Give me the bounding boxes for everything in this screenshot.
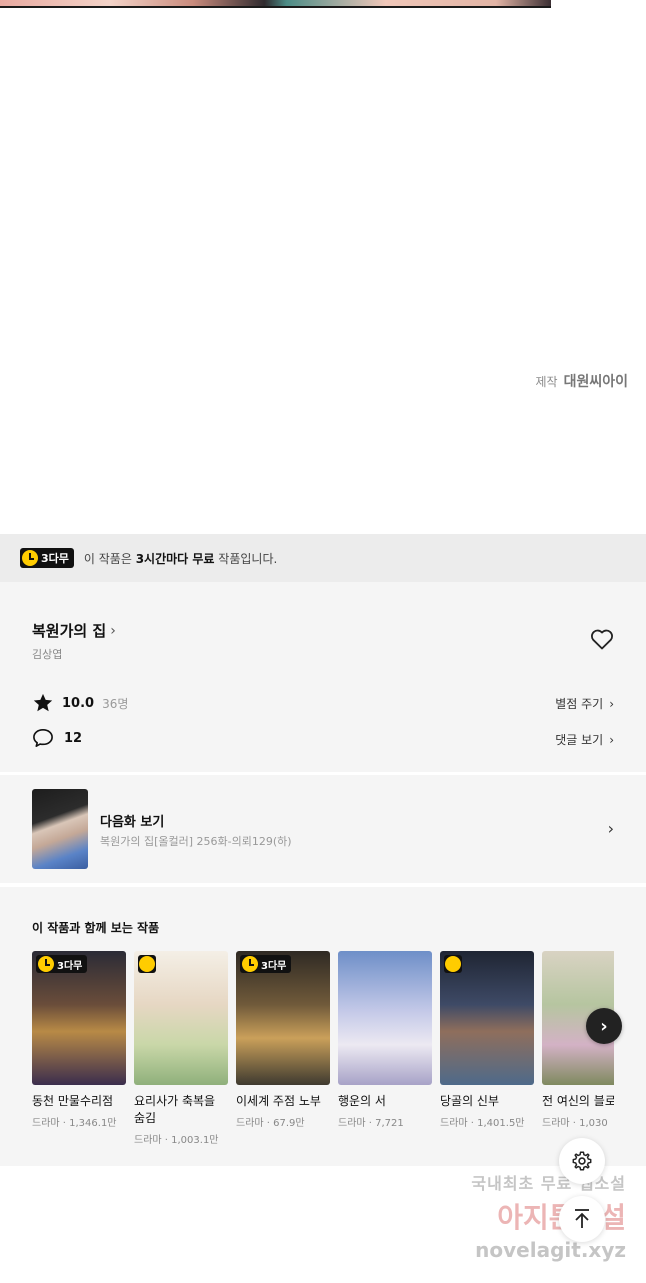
free-badge-label: 3다무	[41, 552, 69, 565]
card-title: 당골의 신부	[440, 1094, 500, 1108]
card-title: 요리사가 축복을 숨김	[134, 1094, 216, 1125]
card-meta: 드라마 · 1,401.5만	[440, 1118, 525, 1129]
free-badge: 3다무	[36, 955, 88, 973]
rate-button[interactable]: 별점 주기 ›	[555, 695, 614, 712]
rating-score: 10.0	[62, 695, 95, 711]
credit-studio: 대원씨아이	[563, 374, 628, 390]
credit-prefix: 제작	[535, 375, 558, 389]
card-meta: 드라마 · 67.9만	[236, 1118, 305, 1129]
clock-icon	[38, 956, 54, 972]
rate-label: 별점 주기	[555, 697, 604, 711]
heart-icon[interactable]	[590, 628, 614, 650]
comment-count: 12	[64, 730, 83, 746]
recommendation-card[interactable]: 전 여신의 블로 드라마 · 1,030	[542, 951, 614, 1146]
free-badge: 3다무	[20, 548, 74, 568]
clock-badge	[138, 955, 156, 973]
scroll-to-top-button[interactable]	[559, 1196, 605, 1242]
free-badge: 3다무	[240, 955, 292, 973]
free-notice-text: 이 작품은 3시간마다 무료 작품입니다.	[83, 551, 278, 566]
clock-icon	[242, 956, 258, 972]
card-meta: 드라마 · 7,721	[338, 1118, 404, 1129]
recommendation-card[interactable]: 행운의 서 드라마 · 7,721	[338, 951, 432, 1146]
carousel-next-button[interactable]: ›	[586, 1008, 622, 1044]
recommendation-card[interactable]: 3다무 이세계 주점 노부 드라마 · 67.9만	[236, 951, 330, 1146]
card-title: 이세계 주점 노부	[236, 1094, 321, 1108]
work-title: 복원가의 집	[32, 622, 107, 640]
recommendation-card[interactable]: 3다무 동천 만물수리점 드라마 · 1,346.1만	[32, 951, 126, 1146]
chevron-right-icon: ›	[609, 732, 614, 747]
rating-summary: 10.0 36명	[32, 692, 128, 714]
card-meta: 드라마 · 1,346.1만	[32, 1118, 117, 1129]
recommendations-section: 이 작품과 함께 보는 작품 3다무 동천 만물수리점 드라마 · 1,346.…	[0, 887, 646, 1166]
work-author: 김상엽	[32, 648, 63, 661]
cover-image: 3다무	[236, 951, 330, 1085]
recommendations-carousel: 3다무 동천 만물수리점 드라마 · 1,346.1만 요리사가 축복을 숨김 …	[32, 951, 614, 1146]
cover-image	[338, 951, 432, 1085]
recommendation-card[interactable]: 요리사가 축복을 숨김 드라마 · 1,003.1만	[134, 951, 228, 1146]
cover-image: 3다무	[32, 951, 126, 1085]
free-notice-banner: 3다무 이 작품은 3시간마다 무료 작품입니다.	[0, 534, 646, 582]
comment-summary: 12	[32, 728, 82, 748]
next-episode-card[interactable]: 다음화 보기 복원가의 집[올컬러] 256화-의뢰129(하) ›	[0, 775, 646, 883]
view-comments-label: 댓글 보기	[555, 733, 604, 747]
cover-image	[440, 951, 534, 1085]
next-episode-subtitle: 복원가의 집[올컬러] 256화-의뢰129(하)	[100, 835, 292, 848]
gear-icon	[572, 1151, 592, 1171]
recommendations-title: 이 작품과 함께 보는 작품	[32, 921, 160, 935]
comic-panel-edge	[0, 0, 551, 8]
clock-icon	[445, 956, 461, 972]
rating-count: 36명	[102, 696, 129, 711]
cover-image	[134, 951, 228, 1085]
card-meta: 드라마 · 1,030	[542, 1118, 608, 1129]
card-title: 전 여신의 블로	[542, 1094, 614, 1108]
chevron-right-icon: ›	[600, 1015, 608, 1037]
comment-icon	[33, 729, 53, 747]
clock-badge	[444, 955, 462, 973]
card-meta: 드라마 · 1,003.1만	[134, 1135, 219, 1146]
arrow-up-icon	[575, 1209, 589, 1228]
work-info-panel: 복원가의 집 › 김상엽 10.0 36명 별점 주기 › 12 댓글 보기 ›	[0, 582, 646, 772]
watermark-line3: novelagit.xyz	[475, 1238, 626, 1262]
settings-button[interactable]	[559, 1138, 605, 1184]
production-credit: 제작 대원씨아이	[536, 371, 629, 391]
next-episode-label: 다음화 보기	[100, 815, 165, 830]
recommendation-card[interactable]: 당골의 신부 드라마 · 1,401.5만	[440, 951, 534, 1146]
view-comments-button[interactable]: 댓글 보기 ›	[555, 731, 614, 748]
card-title: 동천 만물수리점	[32, 1094, 114, 1108]
chevron-right-icon: ›	[609, 696, 614, 711]
clock-icon	[22, 550, 38, 566]
chevron-right-icon: ›	[110, 622, 116, 639]
card-title: 행운의 서	[338, 1094, 386, 1108]
work-title-link[interactable]: 복원가의 집 ›	[32, 620, 116, 641]
clock-icon	[139, 956, 155, 972]
star-icon	[33, 693, 53, 712]
chevron-right-icon: ›	[607, 819, 614, 838]
next-episode-thumbnail	[32, 789, 88, 869]
